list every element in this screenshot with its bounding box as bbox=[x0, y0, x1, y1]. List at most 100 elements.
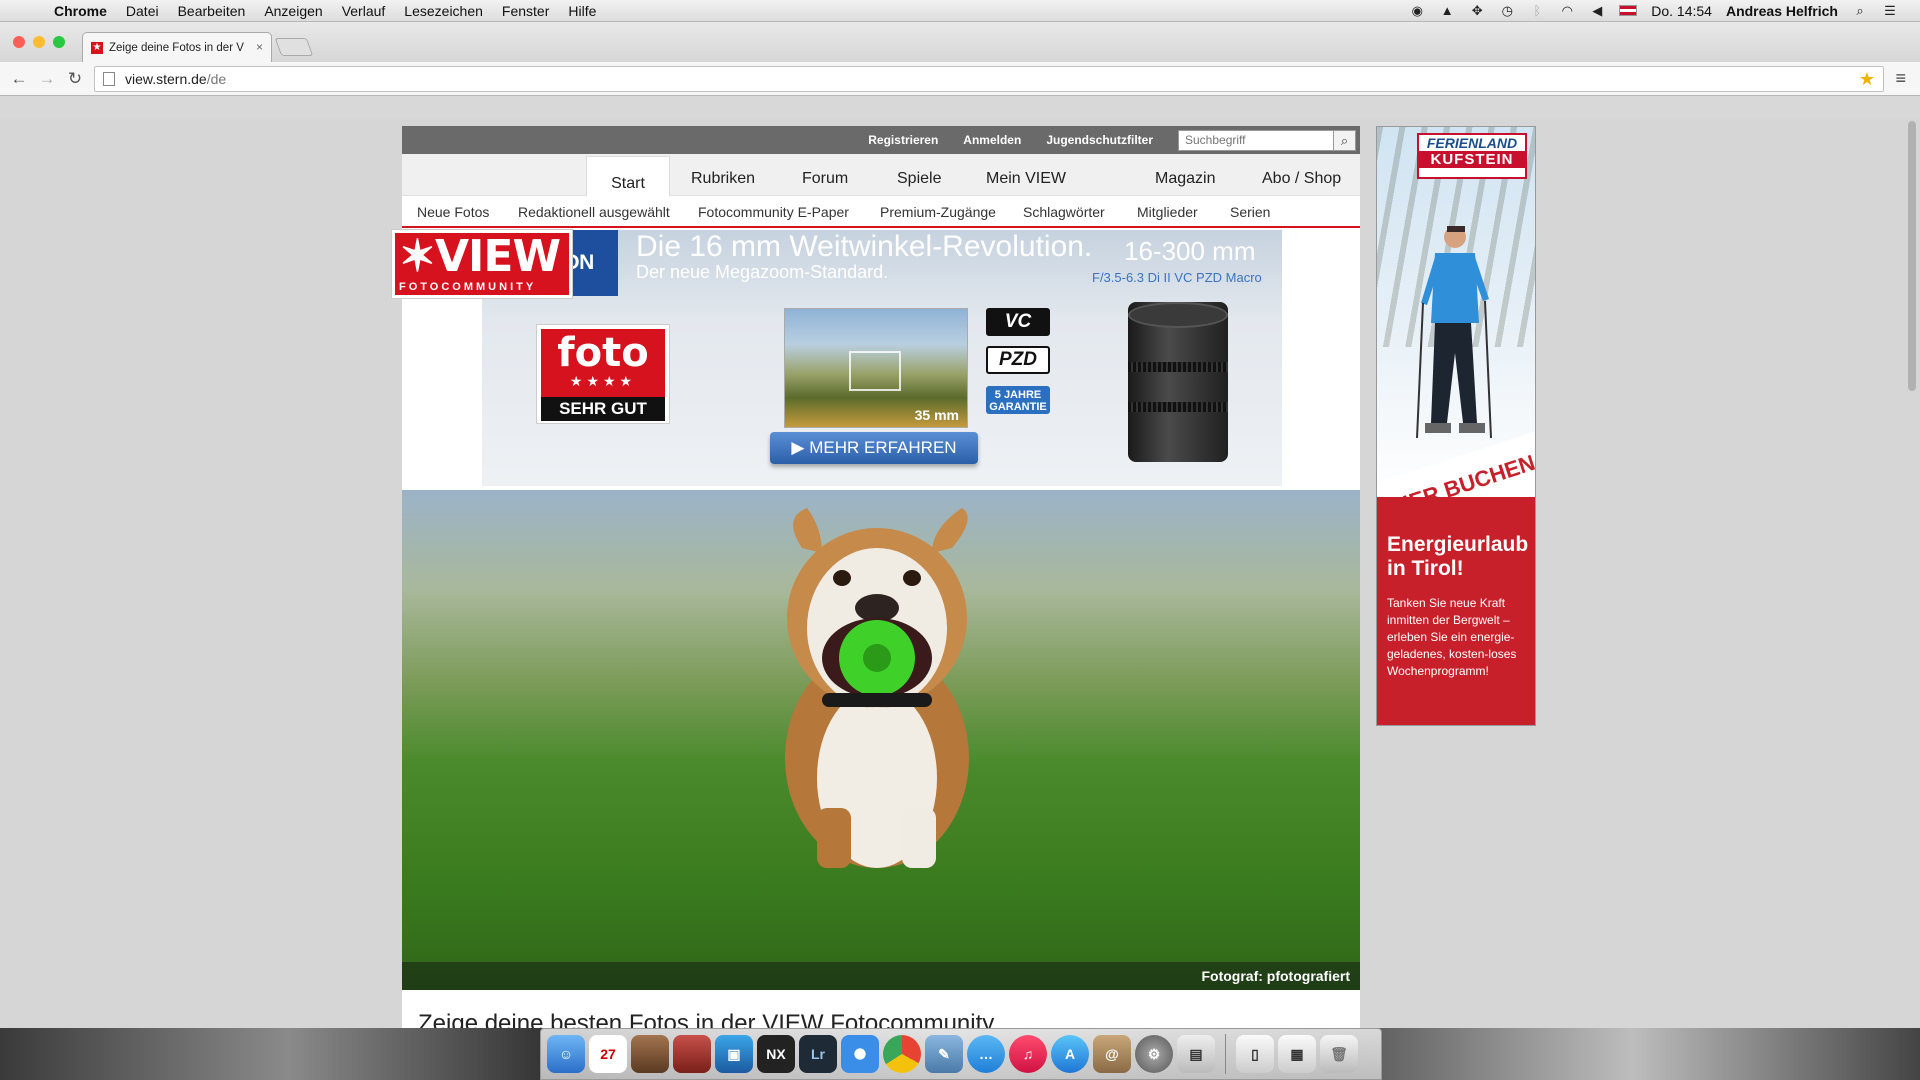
window-controls bbox=[13, 36, 65, 48]
volume-icon[interactable]: ◀ bbox=[1589, 3, 1605, 18]
reload-icon[interactable]: ↻ bbox=[64, 69, 86, 89]
notification-center-icon[interactable]: ☰ bbox=[1882, 3, 1898, 18]
nav-start[interactable]: Start bbox=[586, 156, 670, 197]
login-link[interactable]: Anmelden bbox=[963, 133, 1021, 147]
minimize-window-icon[interactable] bbox=[33, 36, 45, 48]
input-source-flag-icon[interactable] bbox=[1619, 5, 1638, 16]
youth-filter-link[interactable]: Jugendschutzfilter bbox=[1046, 133, 1153, 147]
guarantee-badge: 5 JAHRE GARANTIE bbox=[986, 386, 1050, 414]
trash-icon[interactable]: 🗑 bbox=[1320, 1035, 1358, 1073]
lightroom-icon[interactable]: Lr bbox=[799, 1035, 837, 1073]
page-viewport: Registrieren Anmelden Jugendschutzfilter… bbox=[0, 118, 1920, 1050]
tab-strip: ★ Zeige deine Fotos in der V × bbox=[0, 22, 1920, 62]
nav-forum[interactable]: Forum bbox=[802, 170, 848, 188]
nav-mein-view[interactable]: Mein VIEW bbox=[986, 170, 1066, 188]
time-machine-icon[interactable]: ◷ bbox=[1499, 3, 1515, 18]
bluetooth-icon[interactable]: ᛒ bbox=[1529, 3, 1545, 18]
chrome-menu-icon[interactable]: ≡ bbox=[1895, 68, 1906, 89]
kufstein-skyscraper-ad[interactable]: FERIENLAND KUFSTEIN HIER BUCHEN Energieu… bbox=[1376, 126, 1536, 726]
finder-icon[interactable]: ☺ bbox=[547, 1035, 585, 1073]
subnav-neue-fotos[interactable]: Neue Fotos bbox=[417, 204, 489, 220]
menu-app-name[interactable]: Chrome bbox=[54, 3, 107, 19]
safari-icon[interactable]: ✦ bbox=[841, 1035, 879, 1073]
foto-word: foto bbox=[557, 330, 649, 376]
spotlight-icon[interactable]: ⌕ bbox=[1852, 3, 1868, 18]
menu-bearbeiten[interactable]: Bearbeiten bbox=[178, 3, 246, 19]
mehr-erfahren-button[interactable]: ▶ MEHR ERFAHREN bbox=[770, 432, 978, 464]
downloads-stack-icon[interactable]: ▦ bbox=[1278, 1035, 1316, 1073]
subnav-redaktionell[interactable]: Redaktionell ausgewählt bbox=[518, 204, 670, 220]
search-input[interactable] bbox=[1178, 129, 1334, 151]
ad-model: F/3.5-6.3 Di II VC PZD Macro bbox=[1092, 270, 1262, 285]
bulldog-photo bbox=[785, 508, 969, 868]
photo-app-2-icon[interactable] bbox=[673, 1035, 711, 1073]
ad-range: 16-300 mm bbox=[1124, 236, 1256, 266]
system-preferences-icon[interactable]: ⚙ bbox=[1135, 1035, 1173, 1073]
menu-fenster[interactable]: Fenster bbox=[502, 3, 549, 19]
document-icon[interactable]: ▯ bbox=[1236, 1035, 1274, 1073]
contacts-icon[interactable]: @ bbox=[1093, 1035, 1131, 1073]
menu-anzeigen[interactable]: Anzeigen bbox=[264, 3, 322, 19]
menubar-user[interactable]: Andreas Helfrich bbox=[1726, 3, 1838, 19]
nav-magazin[interactable]: Magazin bbox=[1155, 170, 1215, 188]
main-navigation: Start Rubriken Forum Spiele Mein VIEW Ma… bbox=[402, 154, 1360, 197]
nav-spiele[interactable]: Spiele bbox=[897, 170, 941, 188]
photographer-caption[interactable]: Fotograf: pfotografiert bbox=[402, 962, 1360, 990]
view-logo[interactable]: ✶ VIEW FOTOCOMMUNITY bbox=[392, 230, 572, 298]
tab-title: Zeige deine Fotos in der V bbox=[109, 41, 244, 54]
menu-lesezeichen[interactable]: Lesezeichen bbox=[404, 3, 483, 19]
itunes-icon[interactable]: ♫ bbox=[1009, 1035, 1047, 1073]
logo-word: VIEW bbox=[435, 231, 561, 282]
menu-hilfe[interactable]: Hilfe bbox=[568, 3, 596, 19]
tamron-ad-banner[interactable]: TAMRON Die 16 mm Weitwinkel-Revolution. … bbox=[482, 230, 1282, 486]
browser-window: ★ Zeige deine Fotos in der V × ← → ↻ vie… bbox=[0, 22, 1920, 1050]
macos-dock: ☺ 27 ▣ NX Lr ✦ ✎ … ♫ A @ ⚙ ▤ ▯ ▦ 🗑 bbox=[540, 1028, 1382, 1080]
nav-rubriken[interactable]: Rubriken bbox=[691, 170, 755, 188]
close-window-icon[interactable] bbox=[13, 36, 25, 48]
register-link[interactable]: Registrieren bbox=[868, 133, 938, 147]
browser-tab-active[interactable]: ★ Zeige deine Fotos in der V × bbox=[82, 32, 272, 62]
search-icon[interactable]: ⌕ bbox=[1334, 129, 1356, 151]
address-bar[interactable]: view.stern.de/de ★ bbox=[94, 66, 1884, 92]
subnav-e-paper[interactable]: Fotocommunity E-Paper bbox=[698, 204, 849, 220]
chrome-icon[interactable] bbox=[883, 1035, 921, 1073]
photo-app-icon[interactable] bbox=[631, 1035, 669, 1073]
vertical-scrollbar[interactable] bbox=[1908, 121, 1916, 391]
status-app-icon[interactable]: ◉ bbox=[1409, 3, 1425, 18]
forward-arrow-icon[interactable]: → bbox=[36, 69, 58, 89]
zoom-window-icon[interactable] bbox=[53, 36, 65, 48]
macos-menubar: Chrome Datei Bearbeiten Anzeigen Verlauf… bbox=[0, 0, 1920, 22]
ad-subline: Der neue Megazoom-Standard. bbox=[636, 262, 889, 282]
subnav-premium[interactable]: Premium-Zugänge bbox=[880, 204, 996, 220]
nav-abo-shop[interactable]: Abo / Shop bbox=[1262, 170, 1341, 188]
logo-sub: FOTOCOMMUNITY bbox=[399, 281, 537, 293]
ferienland-word: FERIENLAND bbox=[1426, 135, 1518, 151]
image-capture-icon[interactable]: ✎ bbox=[925, 1035, 963, 1073]
new-tab-button[interactable] bbox=[274, 38, 314, 56]
wifi-icon[interactable]: ◠ bbox=[1559, 3, 1575, 18]
drive-icon[interactable]: ▲ bbox=[1439, 3, 1455, 18]
menu-verlauf[interactable]: Verlauf bbox=[342, 3, 386, 19]
dropbox-icon[interactable]: ✥ bbox=[1469, 3, 1485, 18]
sub-navigation: Neue Fotos Redaktionell ausgewählt Fotoc… bbox=[402, 196, 1360, 228]
preview-icon[interactable]: ▣ bbox=[715, 1035, 753, 1073]
lens-image bbox=[1128, 302, 1228, 462]
browser-toolbar: ← → ↻ view.stern.de/de ★ ≡ bbox=[0, 62, 1920, 96]
subnav-mitglieder[interactable]: Mitglieder bbox=[1137, 204, 1198, 220]
messages-icon[interactable]: … bbox=[967, 1035, 1005, 1073]
bookmark-star-icon[interactable]: ★ bbox=[1859, 69, 1875, 90]
back-arrow-icon[interactable]: ← bbox=[8, 69, 30, 89]
capture-nx2-icon[interactable]: NX bbox=[757, 1035, 795, 1073]
vc-badge: VC bbox=[986, 308, 1050, 336]
close-tab-icon[interactable]: × bbox=[256, 40, 263, 54]
ad-red-panel: Energieurlaub in Tirol! Tanken Sie neue … bbox=[1377, 497, 1535, 725]
menu-datei[interactable]: Datei bbox=[126, 3, 159, 19]
calendar-icon[interactable]: 27 bbox=[589, 1035, 627, 1073]
app-store-icon[interactable]: A bbox=[1051, 1035, 1089, 1073]
archive-icon[interactable]: ▤ bbox=[1177, 1035, 1215, 1073]
menubar-clock[interactable]: Do. 14:54 bbox=[1651, 3, 1712, 19]
subnav-serien[interactable]: Serien bbox=[1230, 204, 1270, 220]
hero-image[interactable]: Fotograf: pfotografiert bbox=[402, 490, 1360, 990]
focal-length-label: 35 mm bbox=[914, 407, 959, 423]
subnav-schlagwoerter[interactable]: Schlagwörter bbox=[1023, 204, 1105, 220]
